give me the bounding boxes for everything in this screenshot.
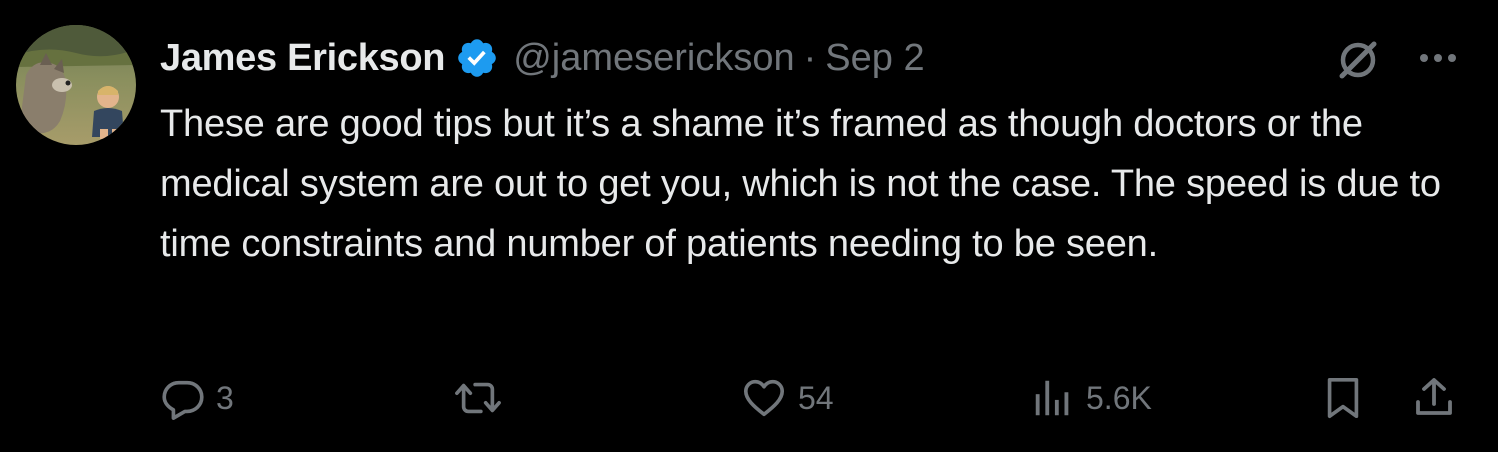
like-count: 54: [798, 379, 834, 416]
grok-icon[interactable]: [1334, 36, 1382, 84]
heart-icon: [740, 375, 788, 421]
repost-button[interactable]: [452, 368, 514, 428]
share-icon: [1410, 374, 1458, 422]
tweet[interactable]: James Erickson @jameserickson · Sep 2 Th…: [0, 0, 1498, 452]
repost-icon: [452, 375, 504, 421]
reply-icon: [160, 375, 206, 421]
avatar[interactable]: [16, 25, 136, 145]
bookmark-button[interactable]: [1320, 368, 1366, 428]
reply-button[interactable]: 3: [160, 368, 234, 428]
more-icon[interactable]: [1412, 36, 1464, 80]
views-button[interactable]: 5.6K: [1030, 368, 1152, 428]
tweet-date[interactable]: Sep 2: [825, 37, 924, 80]
bookmark-icon: [1320, 373, 1366, 423]
verified-badge-icon[interactable]: [455, 36, 499, 80]
views-icon: [1030, 375, 1076, 421]
tweet-header: James Erickson @jameserickson · Sep 2: [160, 32, 925, 84]
share-button[interactable]: [1410, 368, 1458, 428]
tweet-text: These are good tips but it’s a shame it’…: [160, 103, 1441, 265]
like-button[interactable]: 54: [740, 368, 834, 428]
author-name[interactable]: James Erickson: [160, 37, 446, 80]
separator-dot: ·: [803, 36, 817, 79]
tweet-actions: 3 54 5.6K: [0, 368, 1498, 428]
reply-count: 3: [216, 379, 234, 416]
author-handle[interactable]: @jameserickson: [513, 37, 794, 80]
views-count: 5.6K: [1086, 379, 1152, 416]
